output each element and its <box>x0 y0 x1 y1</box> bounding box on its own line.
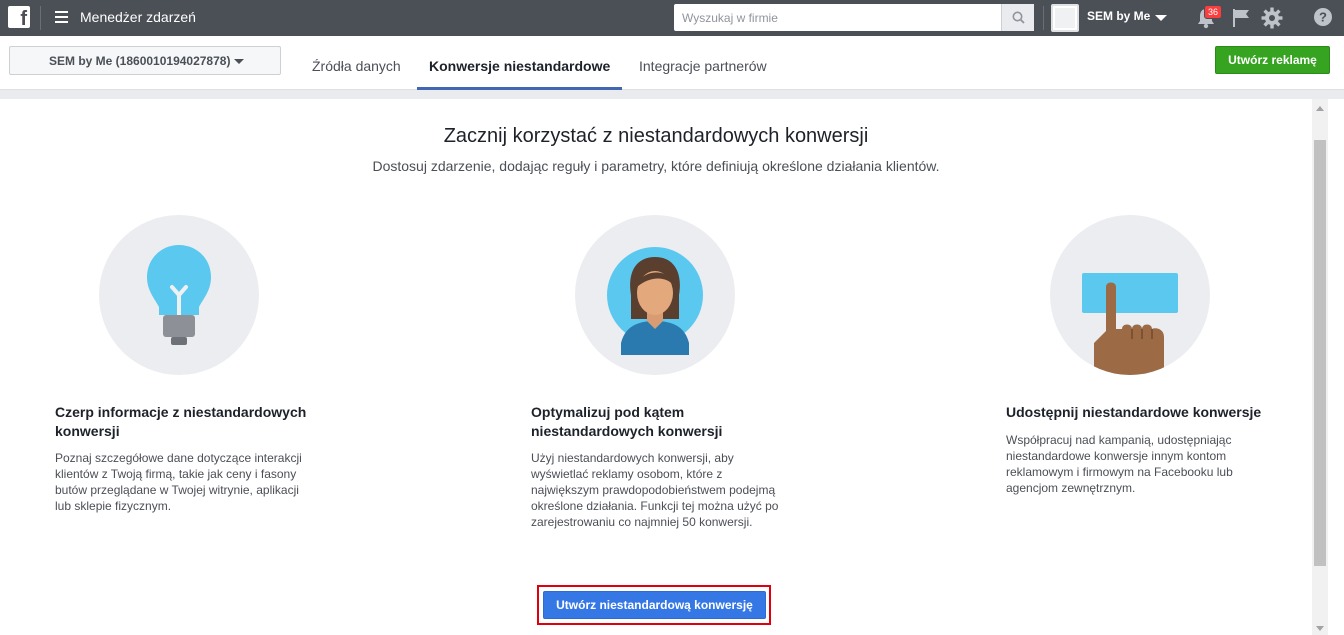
card-text-line: klientów z Twoją firmą, takie jak ceny i… <box>55 467 297 481</box>
app-title[interactable]: Menedżer zdarzeń <box>80 9 196 25</box>
card-title-line: Optymalizuj pod kątem <box>531 404 685 420</box>
card-text-line: butów przeglądane w Twojej witrynie, apl… <box>55 483 299 497</box>
vertical-scrollbar[interactable] <box>1312 99 1328 635</box>
search-button[interactable] <box>1001 4 1034 31</box>
tab-partner-integrations[interactable]: Integracje partnerów <box>639 58 767 74</box>
share-illustration <box>1050 215 1210 375</box>
card-description: Poznaj szczegółowe dane dotyczące intera… <box>55 450 302 514</box>
divider <box>40 6 41 30</box>
card-text-line: Poznaj szczegółowe dane dotyczące intera… <box>55 451 302 465</box>
notification-badge: 36 <box>1204 5 1223 19</box>
account-avatar[interactable] <box>1051 4 1079 32</box>
card-title: Czerp informacje z niestandardowych konw… <box>55 403 315 441</box>
lightbulb-icon <box>147 245 211 345</box>
card-text-line: agencjom zewnętrznym. <box>1006 481 1136 495</box>
help-icon[interactable]: ? <box>1313 7 1333 27</box>
facebook-logo-letter: f <box>20 8 27 30</box>
card-text-line: niestandardowe konwersje innym kontom <box>1006 449 1227 463</box>
gear-icon[interactable] <box>1261 7 1283 29</box>
card-description: Użyj niestandardowych konwersji, aby wyś… <box>531 450 778 530</box>
facebook-logo-icon[interactable]: f <box>8 6 30 30</box>
account-selector[interactable]: SEM by Me (1860010194027878) <box>9 46 281 75</box>
lightbulb-illustration <box>99 215 259 375</box>
flag-icon[interactable] <box>1232 8 1250 28</box>
card-text-line: zarejestrowaniu co najmniej 50 konwersji… <box>531 515 753 529</box>
card-title-line: konwersji <box>55 423 120 439</box>
card-title-line: niestandardowych konwersji <box>531 423 723 439</box>
tab-custom-conversions[interactable]: Konwersje niestandardowe <box>429 58 610 74</box>
card-title-line: Czerp informacje z niestandardowych <box>55 404 307 420</box>
create-ad-button[interactable]: Utwórz reklamę <box>1215 46 1330 74</box>
card-text-line: reklamowym i firmowym na Facebooku lub <box>1006 465 1233 479</box>
create-custom-conversion-button[interactable]: Utwórz niestandardową konwersję <box>543 591 766 619</box>
share-hand-icon <box>1082 273 1178 375</box>
card-text-line: określone działania. Funkcji tej można u… <box>531 499 779 513</box>
card-description: Współpracuj nad kampanią, udostępniając … <box>1006 432 1233 496</box>
account-name[interactable]: SEM by Me <box>1087 9 1150 23</box>
account-selector-label: SEM by Me (1860010194027878) <box>49 54 231 68</box>
page-headline: Zacznij korzystać z niestandardowych kon… <box>443 125 869 147</box>
person-illustration <box>575 215 735 375</box>
sub-navigation: SEM by Me (1860010194027878) Źródła dany… <box>0 36 1344 90</box>
scroll-up-arrow-icon[interactable] <box>1316 106 1324 111</box>
card-title: Optymalizuj pod kątem niestandardowych k… <box>531 403 791 441</box>
card-text-line: największym prawdopodobieństwem podejmą <box>531 483 776 497</box>
active-tab-indicator <box>417 87 622 90</box>
scrollbar-thumb[interactable] <box>1314 140 1326 566</box>
top-navigation-bar: f Menedżer zdarzeń SEM by Me 36 <box>0 0 1344 36</box>
chevron-down-icon[interactable] <box>1155 15 1167 21</box>
page-subheadline: Dostosuj zdarzenie, dodając reguły i par… <box>372 158 940 174</box>
card-text-line: Użyj niestandardowych konwersji, aby <box>531 451 734 465</box>
tab-data-sources[interactable]: Źródła danych <box>312 58 401 74</box>
main-content: Zacznij korzystać z niestandardowych kon… <box>0 99 1312 635</box>
divider <box>1043 6 1044 30</box>
search-icon <box>1012 11 1025 24</box>
card-text-line: Współpracuj nad kampanią, udostępniając <box>1006 433 1232 447</box>
search-box <box>674 4 1034 31</box>
menu-icon[interactable] <box>55 11 68 23</box>
search-input[interactable] <box>674 4 1001 31</box>
card-text-line: wyświetlać reklamy osobom, które z <box>531 467 723 481</box>
card-text-line: lub sklepie fizycznym. <box>55 499 172 513</box>
svg-text:?: ? <box>1319 10 1327 25</box>
person-icon <box>607 247 703 355</box>
chevron-down-icon <box>234 59 244 64</box>
scroll-down-arrow-icon[interactable] <box>1316 626 1324 631</box>
page-gutter <box>1328 99 1344 635</box>
card-title-line: Udostępnij niestandardowe konwersje <box>1006 404 1262 420</box>
card-title: Udostępnij niestandardowe konwersje <box>1006 403 1266 422</box>
